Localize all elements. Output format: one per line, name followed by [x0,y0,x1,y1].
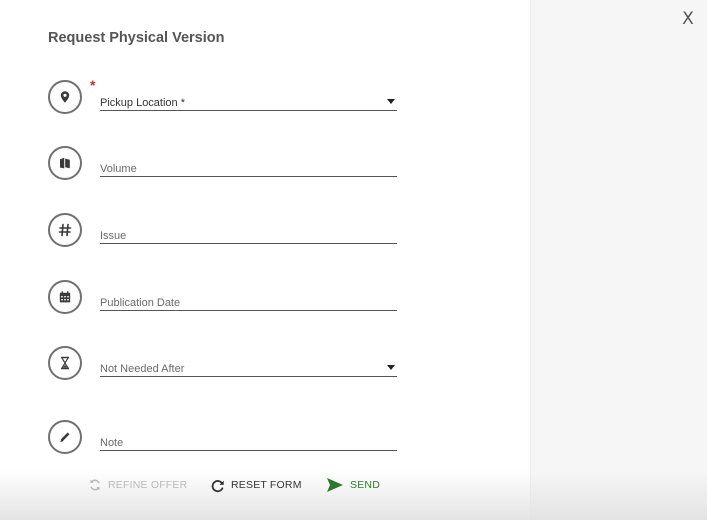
chevron-down-icon [387,365,395,370]
pickup-location-label: Pickup Location * [100,97,185,109]
note-label: Note [100,437,124,449]
close-button[interactable]: X [678,8,698,30]
not-needed-after-label: Not Needed After [100,363,185,375]
refresh-icon [90,479,100,491]
books-icon [48,146,82,180]
side-panel [531,0,707,520]
publication-date-label: Publication Date [100,297,181,309]
dialog-title: Request Physical Version [48,30,225,46]
volume-label: Volume [100,163,137,175]
pickup-location-row: * Pickup Location * [48,77,408,114]
note-input[interactable]: Note [100,426,397,451]
hash-icon [48,213,82,247]
calendar-icon [48,280,82,314]
send-button[interactable]: SEND [326,474,380,496]
note-row: Note [48,420,408,454]
required-marker: * [90,77,96,93]
form-actions: REFINE OFFER RESET FORM SEND [0,474,530,496]
chevron-down-icon [387,99,395,104]
reset-form-label: RESET FORM [231,479,302,491]
reset-form-button[interactable]: RESET FORM [210,474,302,496]
send-label: SEND [350,479,380,491]
refine-offer-label: REFINE OFFER [108,479,188,491]
location-pin-icon [48,80,82,114]
publication-date-input[interactable]: Publication Date [100,286,397,311]
pencil-icon [48,420,82,454]
issue-row: Issue [48,213,408,247]
not-needed-after-select[interactable]: Not Needed After [100,352,397,377]
pickup-location-select[interactable]: Pickup Location * [100,86,397,111]
refine-offer-button[interactable]: REFINE OFFER [88,474,187,496]
volume-row: Volume [48,146,408,180]
send-icon [327,478,343,492]
hourglass-icon [48,346,82,380]
issue-label: Issue [100,230,127,242]
reset-icon [211,479,224,492]
issue-input[interactable]: Issue [100,219,397,244]
not-needed-after-row: Not Needed After [48,346,408,380]
publication-date-row: Publication Date [48,280,408,314]
volume-input[interactable]: Volume [100,152,397,177]
